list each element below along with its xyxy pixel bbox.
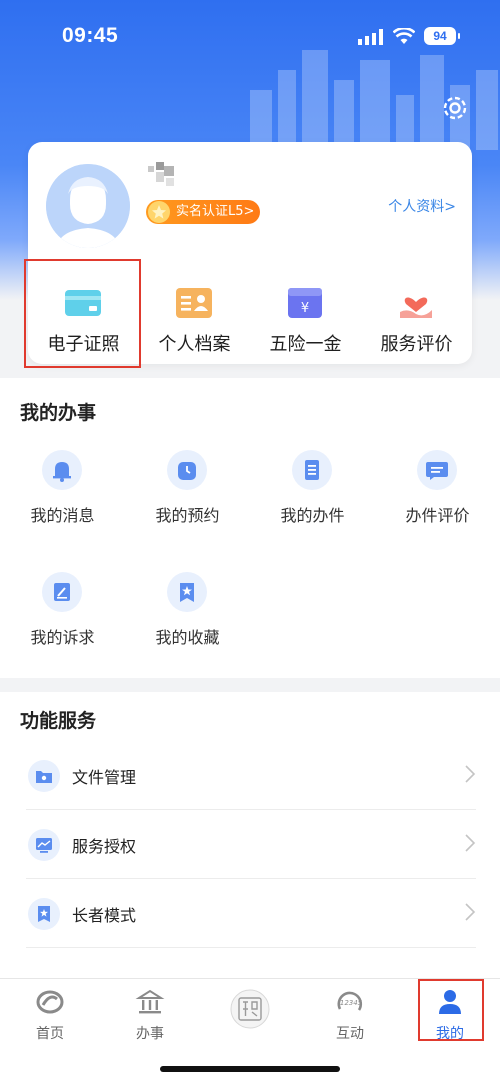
row-service-authorization[interactable]: 服务授权: [26, 811, 476, 879]
monitor-icon: [28, 829, 60, 861]
functions-section: 功能服务 文件管理 服务授权 长者模式: [0, 692, 500, 978]
tab-center-seal[interactable]: [200, 989, 300, 1049]
section-title: 功能服务: [20, 710, 97, 732]
battery-indicator: 94: [424, 27, 460, 45]
row-label: 长者模式: [72, 906, 137, 925]
chevron-right-icon: [465, 765, 476, 783]
tab-services[interactable]: 办事: [100, 987, 200, 1047]
folder-icon: [28, 760, 60, 792]
row-label: 文件管理: [72, 768, 137, 787]
task-case-review[interactable]: 办件评价: [375, 450, 500, 550]
avatar-person-icon: [46, 164, 130, 248]
quick-action-label: 五险一金: [269, 334, 342, 355]
hotline-number: 12345: [340, 999, 363, 1007]
status-bar: 09:45 94: [0, 0, 500, 74]
comment-icon: [417, 450, 457, 490]
task-label: 我的收藏: [155, 628, 220, 647]
hotline-12345-icon: 12345: [337, 991, 363, 1011]
task-my-cases[interactable]: 我的办件: [250, 450, 375, 550]
task-label: 我的消息: [30, 506, 95, 525]
badge-label: 实名认证L5>: [176, 204, 255, 219]
bookmark-icon: [167, 572, 207, 612]
quick-action-insurance-fund[interactable]: ¥ 五险一金: [250, 272, 361, 364]
edit-icon: [42, 572, 82, 612]
task-my-appeals[interactable]: 我的诉求: [0, 572, 125, 672]
status-time: 09:45: [62, 24, 119, 47]
task-label: 我的办件: [280, 506, 345, 525]
task-label: 我的诉求: [30, 628, 95, 647]
wifi-icon: [393, 28, 415, 44]
task-my-favorites[interactable]: 我的收藏: [125, 572, 250, 672]
signal-icon: [358, 29, 383, 45]
heart-hand-icon: [400, 297, 432, 318]
avatar[interactable]: [46, 164, 130, 248]
quick-action-service-review[interactable]: 服务评价: [361, 272, 472, 364]
svg-text:¥: ¥: [301, 301, 309, 316]
tab-label: 互动: [336, 1026, 364, 1042]
username-blurred: [148, 162, 174, 186]
tab-label: 首页: [36, 1026, 64, 1042]
task-my-appointments[interactable]: 我的预约: [125, 450, 250, 550]
row-label: 服务授权: [72, 837, 137, 856]
real-name-badge[interactable]: 实名认证L5>: [146, 200, 260, 224]
document-icon: [292, 450, 332, 490]
task-label: 办件评价: [405, 506, 470, 525]
task-label: 我的预约: [155, 506, 220, 525]
profile-file-icon: [176, 288, 212, 318]
chevron-right-icon: [465, 834, 476, 852]
row-elder-mode[interactable]: 长者模式: [26, 880, 476, 948]
task-my-messages[interactable]: 我的消息: [0, 450, 125, 550]
profile-details-link[interactable]: 个人资料>: [388, 196, 456, 216]
quick-action-label: 个人档案: [158, 334, 231, 355]
alarm-icon: [167, 450, 207, 490]
row-file-management[interactable]: 文件管理: [26, 742, 476, 810]
chevron-right-icon: [465, 903, 476, 921]
settings-gear-icon[interactable]: [440, 93, 470, 123]
yen-icon: ¥: [288, 288, 322, 318]
tab-highlight-box: [418, 979, 484, 1041]
quick-action-personal-file[interactable]: 个人档案: [139, 272, 250, 364]
building-icon: [135, 989, 165, 1014]
my-affairs-section: 我的办事 我的消息 我的预约 我的办件 办件评价 我的诉求 我的收藏: [0, 378, 500, 678]
seal-icon: [230, 989, 270, 1029]
tab-home[interactable]: 首页: [0, 987, 100, 1047]
star-bookmark-icon: [28, 898, 60, 930]
bell-icon: [42, 450, 82, 490]
tab-label: 办事: [136, 1026, 164, 1042]
highlight-box: [24, 259, 141, 368]
quick-action-label: 服务评价: [380, 334, 453, 355]
star-icon: [148, 201, 170, 223]
section-title: 我的办事: [20, 402, 97, 424]
tab-interaction[interactable]: 12345 互动: [300, 987, 400, 1047]
home-logo-icon: [36, 990, 64, 1014]
home-indicator: [160, 1066, 340, 1072]
